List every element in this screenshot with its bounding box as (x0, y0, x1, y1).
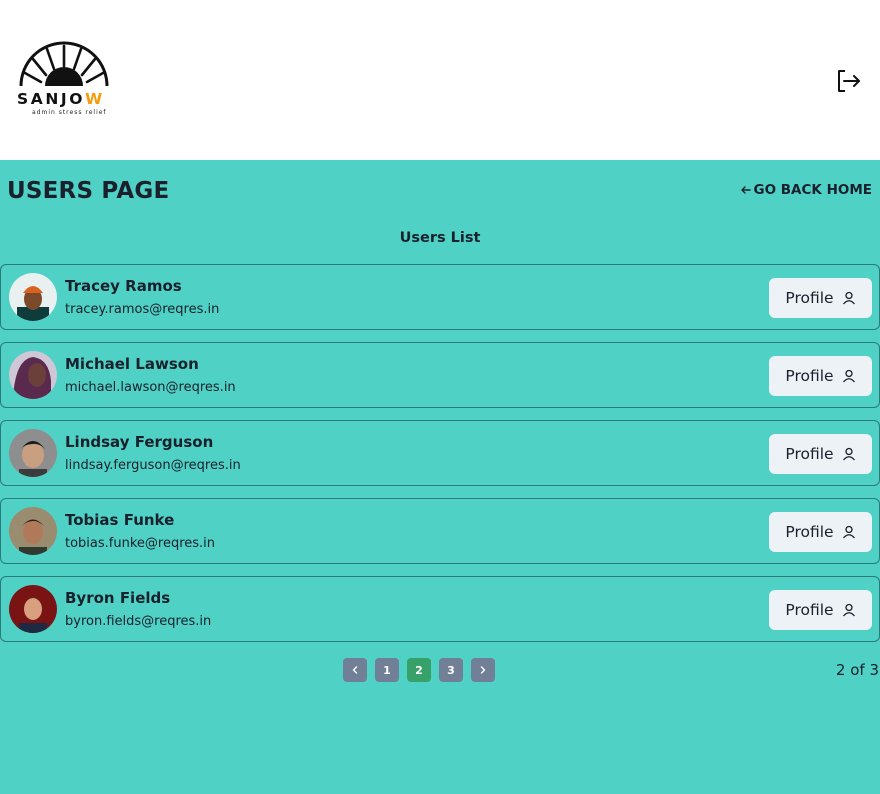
users-list: Tracey Ramos tracey.ramos@reqres.in Prof… (0, 264, 880, 654)
profile-button-label: Profile (785, 523, 834, 541)
page-button-1[interactable]: 1 (375, 658, 399, 682)
profile-button[interactable]: Profile (769, 434, 872, 474)
app-header: SANJOW admin stress relief (0, 0, 880, 160)
user-email: michael.lawson@reqres.in (65, 380, 236, 395)
profile-button-label: Profile (785, 445, 834, 463)
avatar (9, 273, 57, 321)
profile-button[interactable]: Profile (769, 590, 872, 630)
avatar (9, 585, 57, 633)
profile-button-label: Profile (785, 289, 834, 307)
user-icon (842, 525, 855, 539)
user-name: Byron Fields (65, 589, 171, 607)
list-item: Tracey Ramos tracey.ramos@reqres.in Prof… (0, 264, 880, 330)
page-button-3[interactable]: 3 (439, 658, 463, 682)
user-icon (842, 603, 855, 617)
user-icon (842, 291, 855, 305)
prev-page-button[interactable] (343, 658, 367, 682)
avatar (9, 351, 57, 399)
user-name: Michael Lawson (65, 355, 199, 373)
pagination: 1 2 3 (343, 658, 495, 682)
logo-wordmark: SANJOW (17, 90, 105, 108)
go-back-home-label: GO BACK HOME (753, 182, 873, 198)
user-name: Tracey Ramos (65, 277, 182, 295)
user-email: tracey.ramos@reqres.in (65, 302, 220, 317)
logout-button[interactable] (834, 66, 864, 96)
user-name: Tobias Funke (65, 511, 175, 529)
user-icon (842, 447, 855, 461)
chevron-left-icon (352, 666, 358, 674)
chevron-right-icon (480, 666, 486, 674)
user-email: tobias.funke@reqres.in (65, 536, 216, 551)
users-list-title: Users List (399, 230, 481, 246)
logo-tagline: admin stress relief (32, 109, 107, 116)
page-button-2[interactable]: 2 (407, 658, 431, 682)
logout-icon (838, 70, 860, 92)
user-email: byron.fields@reqres.in (65, 614, 212, 629)
arrow-left-icon (740, 186, 751, 194)
avatar (9, 429, 57, 477)
list-item: Tobias Funke tobias.funke@reqres.in Prof… (0, 498, 880, 564)
profile-button[interactable]: Profile (769, 278, 872, 318)
profile-button-label: Profile (785, 367, 834, 385)
page-count: 2 of 3 (835, 661, 879, 679)
user-email: lindsay.ferguson@reqres.in (65, 458, 241, 473)
go-back-home-link[interactable]: GO BACK HOME (740, 182, 873, 198)
profile-button[interactable]: Profile (769, 356, 872, 396)
list-item: Lindsay Ferguson lindsay.ferguson@reqres… (0, 420, 880, 486)
list-item: Byron Fields byron.fields@reqres.in Prof… (0, 576, 880, 642)
profile-button-label: Profile (785, 601, 834, 619)
sanjow-logo[interactable]: SANJOW admin stress relief (16, 36, 112, 120)
user-name: Lindsay Ferguson (65, 433, 214, 451)
list-item: Michael Lawson michael.lawson@reqres.in … (0, 342, 880, 408)
avatar (9, 507, 57, 555)
page-title: USERS PAGE (7, 178, 170, 204)
user-icon (842, 369, 855, 383)
next-page-button[interactable] (471, 658, 495, 682)
profile-button[interactable]: Profile (769, 512, 872, 552)
